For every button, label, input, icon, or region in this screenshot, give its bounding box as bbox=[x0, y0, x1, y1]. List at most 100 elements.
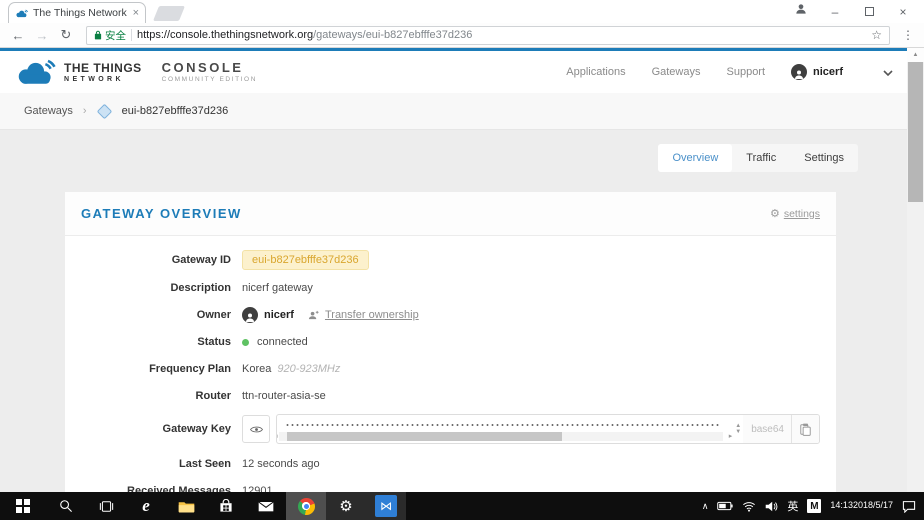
tab-close-icon[interactable]: × bbox=[133, 7, 139, 19]
owner-name: nicerf bbox=[264, 309, 294, 321]
search-icon bbox=[59, 499, 73, 513]
key-spinner[interactable]: ▲ ▼ bbox=[733, 415, 743, 443]
ime-mode-label: M bbox=[807, 499, 821, 513]
minimize-button[interactable]: – bbox=[818, 0, 852, 23]
tray-expand-icon[interactable]: ∧ bbox=[702, 501, 709, 512]
taskbar: e ⚙ ⋈ ∧ bbox=[0, 492, 924, 520]
router-value: ttn-router-asia-se bbox=[242, 390, 326, 402]
battery-icon[interactable] bbox=[717, 501, 733, 511]
tab-settings[interactable]: Settings bbox=[790, 144, 858, 172]
browser-profile-icon[interactable] bbox=[794, 2, 808, 21]
tab-traffic[interactable]: Traffic bbox=[732, 144, 790, 172]
breadcrumb: Gateways › eui-b827ebfffe37d236 bbox=[0, 93, 907, 130]
transfer-ownership-link[interactable]: Transfer ownership bbox=[325, 309, 419, 321]
ime-mode-indicator[interactable]: M bbox=[807, 499, 821, 513]
maximize-button[interactable] bbox=[852, 0, 886, 23]
new-tab-button[interactable] bbox=[153, 6, 185, 21]
description-label: Description bbox=[83, 282, 231, 294]
taskbar-store-button[interactable] bbox=[206, 492, 246, 520]
wifi-icon[interactable] bbox=[742, 501, 756, 512]
omnibox-divider bbox=[131, 29, 132, 41]
taskbar-blue-app-button[interactable]: ⋈ bbox=[366, 492, 406, 520]
tab-title: The Things Network C bbox=[33, 7, 128, 19]
gear-icon: ⚙ bbox=[770, 207, 780, 220]
console-title: CONSOLE bbox=[162, 61, 257, 74]
copy-key-button[interactable] bbox=[791, 415, 811, 443]
taskbar-mail-button[interactable] bbox=[246, 492, 286, 520]
ttn-cloud-icon bbox=[14, 59, 56, 85]
clipboard-icon bbox=[800, 423, 811, 436]
ttn-favicon-icon bbox=[15, 9, 28, 18]
username: nicerf bbox=[813, 66, 843, 78]
taskbar-clock[interactable]: 14:13 2018/5/17 bbox=[830, 500, 893, 511]
forward-icon[interactable]: → bbox=[30, 28, 54, 43]
breadcrumb-gateways[interactable]: Gateways bbox=[24, 105, 73, 117]
router-label: Router bbox=[83, 390, 231, 402]
transfer-person-icon bbox=[308, 310, 319, 321]
brand-text: THE THINGS NETWORK bbox=[64, 62, 142, 83]
ime-language-indicator[interactable]: 英 bbox=[787, 498, 798, 514]
row-frequency-plan: Frequency Plan Korea 920-923MHz bbox=[83, 360, 820, 378]
secure-label: 安全 bbox=[105, 28, 126, 43]
nav-support[interactable]: Support bbox=[727, 66, 766, 78]
url-path: /gateways/eui-b827ebfffe37d236 bbox=[313, 29, 472, 41]
taskbar-explorer-button[interactable] bbox=[166, 492, 206, 520]
gateway-key-field[interactable]: ◂ ▸ ▲ ▼ base64 bbox=[276, 414, 820, 444]
breadcrumb-separator: › bbox=[83, 105, 87, 117]
taskbar-edge-button[interactable]: e bbox=[126, 492, 166, 520]
taskbar-search-button[interactable] bbox=[46, 492, 86, 520]
tab-overview[interactable]: Overview bbox=[658, 144, 732, 172]
taskbar-chrome-button[interactable] bbox=[286, 492, 326, 520]
encoding-label: base64 bbox=[751, 424, 784, 435]
card-header: GATEWAY OVERVIEW ⚙ settings bbox=[65, 192, 836, 236]
gateway-key-masked[interactable]: ◂ ▸ bbox=[277, 415, 733, 443]
reload-icon[interactable]: ↻ bbox=[54, 27, 78, 43]
key-scrollbar-thumb[interactable] bbox=[287, 432, 562, 441]
row-gateway-id: Gateway ID eui-b827ebfffe37d236 bbox=[83, 250, 820, 270]
masked-key-dots bbox=[285, 423, 719, 427]
browser-tabstrip: The Things Network C × – × bbox=[0, 0, 924, 23]
nav-gateways[interactable]: Gateways bbox=[652, 66, 701, 78]
row-owner: Owner nicerf Transfer ownership bbox=[83, 306, 820, 324]
row-description: Description nicerf gateway bbox=[83, 279, 820, 297]
url-bar[interactable]: 安全 https://console.thethingsnetwork.org/… bbox=[86, 26, 890, 45]
top-nav: Applications Gateways Support nicerf bbox=[566, 63, 893, 81]
key-horizontal-scrollbar[interactable] bbox=[279, 432, 723, 441]
user-menu[interactable]: nicerf bbox=[791, 64, 843, 80]
scroll-right-icon[interactable]: ▸ bbox=[729, 432, 733, 441]
ttn-logo[interactable]: THE THINGS NETWORK CONSOLE COMMUNITY EDI… bbox=[14, 59, 257, 85]
last-seen-value: 12 seconds ago bbox=[242, 458, 320, 470]
settings-gear-icon: ⚙ bbox=[339, 497, 352, 515]
chrome-menu-icon[interactable]: ⋮ bbox=[898, 28, 918, 42]
start-button[interactable] bbox=[0, 492, 46, 520]
scrollbar-thumb[interactable] bbox=[908, 62, 923, 202]
task-view-icon bbox=[99, 500, 114, 513]
breadcrumb-current[interactable]: eui-b827ebfffe37d236 bbox=[122, 105, 229, 117]
action-center-icon bbox=[902, 500, 916, 513]
brand-line2: NETWORK bbox=[64, 76, 142, 83]
window-controls: – × bbox=[794, 0, 920, 23]
browser-tab[interactable]: The Things Network C × bbox=[8, 2, 146, 23]
action-center-button[interactable] bbox=[902, 500, 916, 513]
screen: The Things Network C × – × ← → ↻ 安全 bbox=[0, 0, 924, 520]
reveal-key-button[interactable] bbox=[242, 415, 270, 443]
settings-link[interactable]: ⚙ settings bbox=[770, 207, 820, 220]
scroll-left-icon[interactable]: ◂ bbox=[276, 432, 278, 441]
spinner-down-icon[interactable]: ▼ bbox=[735, 429, 741, 435]
secure-indicator[interactable]: 安全 bbox=[94, 28, 126, 43]
user-avatar bbox=[791, 64, 807, 80]
bookmark-star-icon[interactable]: ☆ bbox=[871, 28, 882, 42]
close-button[interactable]: × bbox=[886, 0, 920, 23]
url-host: https://console.thethingsnetwork.org bbox=[137, 29, 313, 41]
blue-app-icon: ⋈ bbox=[375, 495, 397, 517]
scrollbar-up-icon[interactable]: ▲ bbox=[907, 48, 924, 62]
nav-applications[interactable]: Applications bbox=[566, 66, 625, 78]
url-text: https://console.thethingsnetwork.org/gat… bbox=[137, 29, 866, 41]
volume-icon[interactable] bbox=[765, 501, 778, 512]
task-view-button[interactable] bbox=[86, 492, 126, 520]
status-dot-icon bbox=[242, 339, 249, 346]
taskbar-settings-button[interactable]: ⚙ bbox=[326, 492, 366, 520]
chevron-down-icon[interactable] bbox=[883, 63, 893, 81]
page-scrollbar[interactable]: ▲ bbox=[907, 48, 924, 492]
back-icon[interactable]: ← bbox=[6, 28, 30, 43]
